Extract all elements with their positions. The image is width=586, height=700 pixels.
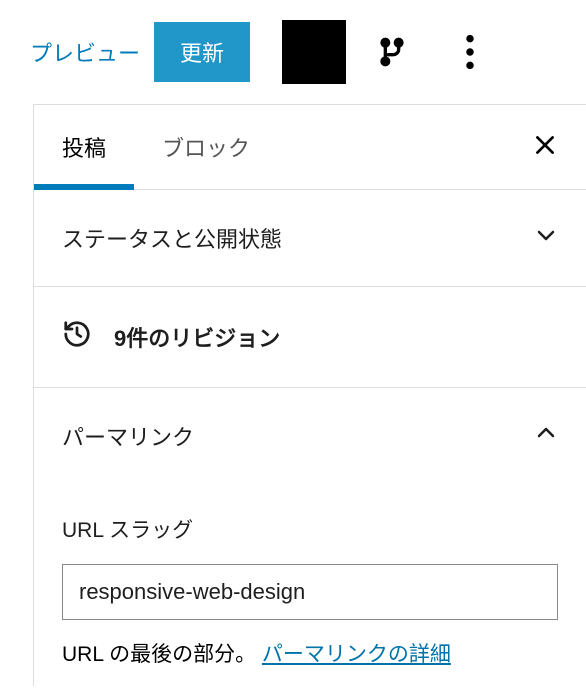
- revisions-link[interactable]: 9件のリビジョン: [34, 287, 586, 388]
- kebab-icon: [466, 35, 474, 69]
- chevron-down-icon: [534, 223, 558, 253]
- section-status: ステータスと公開状態: [34, 190, 586, 287]
- slug-input[interactable]: [62, 564, 558, 620]
- settings-button[interactable]: [282, 20, 346, 84]
- update-button[interactable]: 更新: [154, 22, 250, 82]
- history-icon: [62, 319, 92, 355]
- slug-helper-text: URL の最後の部分。: [62, 643, 262, 666]
- tab-post[interactable]: 投稿: [34, 105, 134, 189]
- jetpack-button[interactable]: [360, 20, 424, 84]
- preview-button[interactable]: プレビュー: [30, 36, 140, 68]
- section-permalink-title: パーマリンク: [62, 420, 194, 452]
- tab-block[interactable]: ブロック: [134, 105, 278, 189]
- chevron-up-icon: [534, 421, 558, 451]
- sidebar-tabs: 投稿 ブロック: [34, 105, 586, 190]
- section-status-title: ステータスと公開状態: [62, 222, 282, 254]
- section-permalink-body: URL スラッグ URL の最後の部分。 パーマリンクの詳細: [34, 514, 586, 686]
- section-status-header[interactable]: ステータスと公開状態: [34, 190, 586, 286]
- close-icon: [532, 132, 558, 158]
- section-permalink-header[interactable]: パーマリンク: [34, 388, 586, 484]
- revisions-text: 9件のリビジョン: [114, 321, 280, 353]
- section-permalink: パーマリンク URL スラッグ URL の最後の部分。 パーマリンクの詳細: [34, 388, 586, 686]
- more-options-button[interactable]: [438, 20, 502, 84]
- branch-icon: [376, 36, 408, 68]
- slug-label: URL スラッグ: [62, 514, 558, 544]
- gear-icon: [297, 35, 331, 69]
- permalink-details-link[interactable]: パーマリンクの詳細: [262, 643, 451, 666]
- close-sidebar-button[interactable]: [504, 129, 586, 166]
- editor-toolbar: プレビュー 更新: [0, 0, 586, 104]
- sidebar-panel: 投稿 ブロック ステータスと公開状態 9件のリビジョン パーマリンク: [33, 104, 586, 686]
- slug-helper: URL の最後の部分。 パーマリンクの詳細: [62, 638, 558, 668]
